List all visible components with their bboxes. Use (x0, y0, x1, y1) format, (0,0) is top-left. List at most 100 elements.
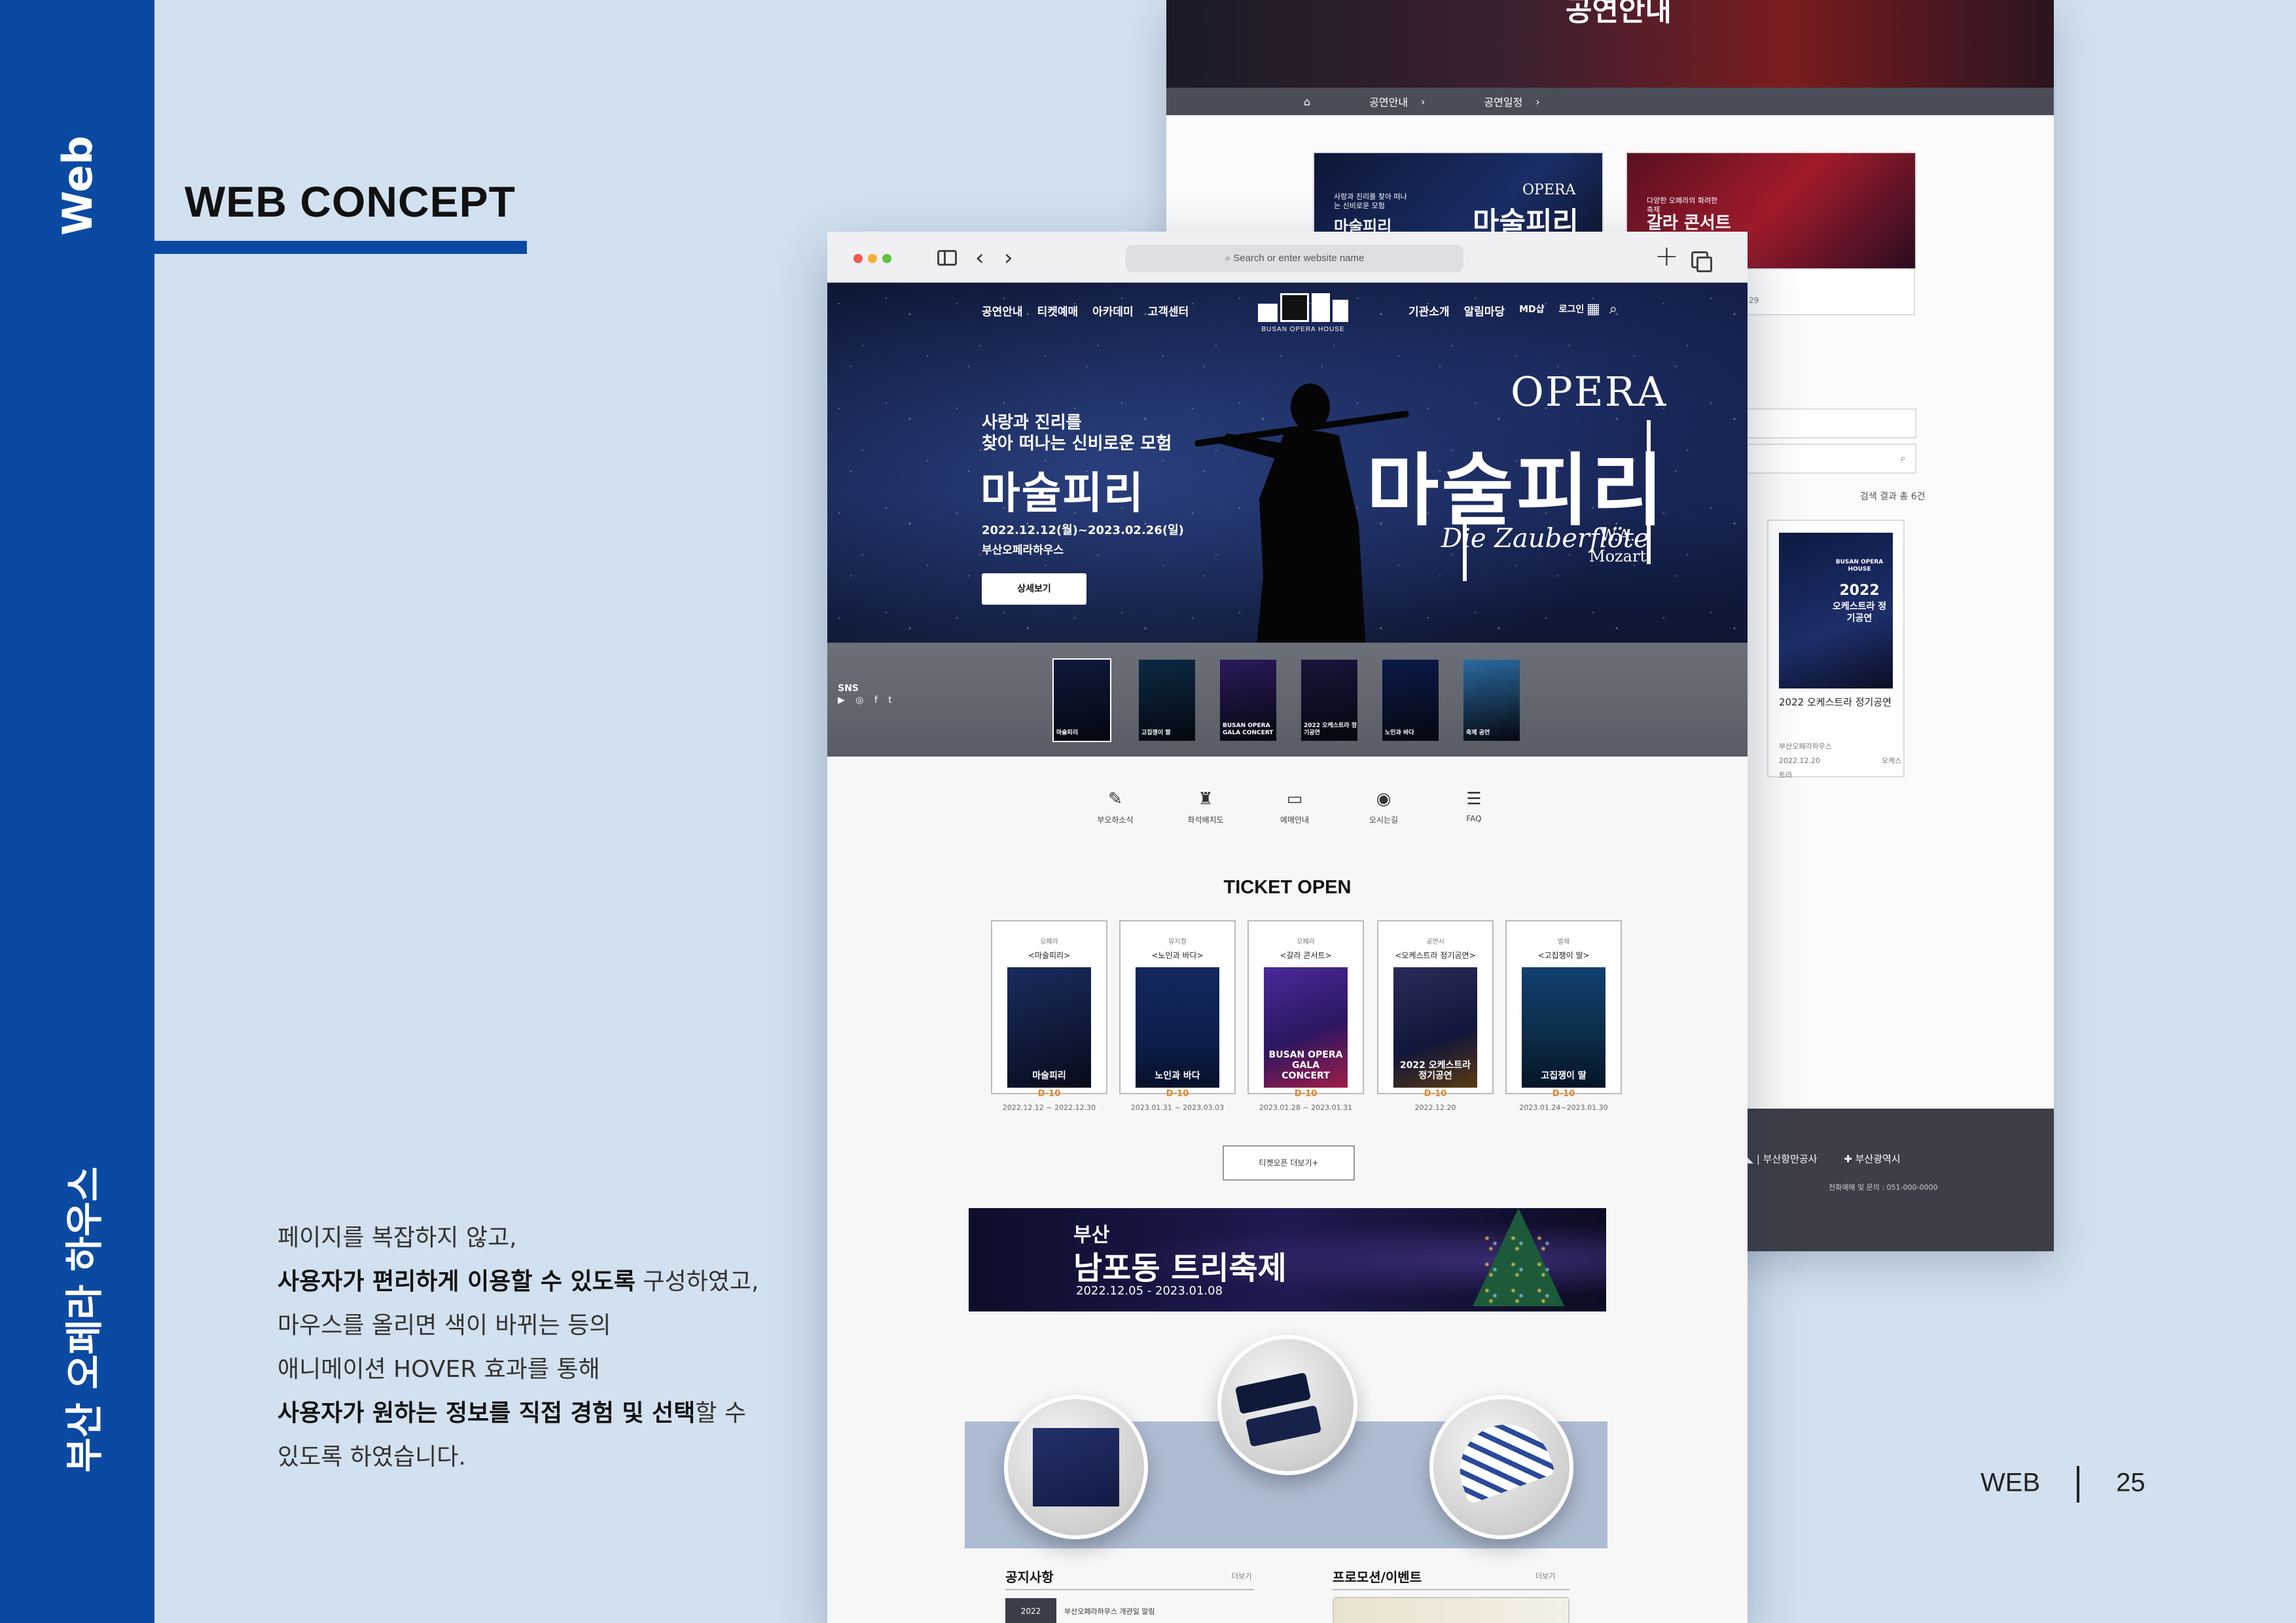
desc-line: 페이지를 복잡하지 않고, (278, 1224, 517, 1251)
section-label: WEB (1981, 1468, 2041, 1497)
quick-menu-faq[interactable]: ☰ FAQ (1435, 789, 1513, 823)
hero-thumbnail-strip (827, 643, 1748, 757)
festival-banner[interactable]: 부산 남포동 트리축제 2022.12.05 - 2023.01.08 (969, 1208, 1606, 1311)
site-logo[interactable]: BUSAN OPERA HOUSE (1258, 293, 1348, 333)
logo-mark (1258, 293, 1348, 322)
nav-item-tickets[interactable]: 티켓예매 (1037, 302, 1079, 319)
breadcrumb-item[interactable]: 공연안내 › (1369, 94, 1425, 109)
hero-title: 마술피리 (980, 468, 1145, 518)
ticket-more-button[interactable]: 티켓오픈 더보기+ (1223, 1145, 1355, 1181)
web-vertical-label: Web (54, 135, 101, 236)
ticket-card[interactable]: 오페라 <마술피리> 마술피리 (991, 920, 1107, 1094)
desc-line: 마우스를 올리면 색이 바뀌는 등의 (278, 1312, 611, 1339)
divider (1005, 1589, 1254, 1590)
hero-thumbnail[interactable]: BUSAN OPERA GALA CONCERT (1219, 658, 1278, 742)
back-hero: 공연안내 (1166, 0, 2054, 88)
search-icon[interactable]: ⌕ (1900, 452, 1906, 465)
ticket-poster: 마술피리 (1007, 967, 1091, 1088)
address-bar[interactable]: ⌕ Search or enter website name (1126, 245, 1463, 272)
nav-item-login[interactable]: 로그인 (1559, 302, 1585, 319)
breadcrumb-item[interactable]: 공연일정 › (1484, 94, 1539, 109)
quick-menu-seats[interactable]: ♜ 좌석배치도 (1166, 789, 1245, 825)
md-product-tickets[interactable] (1217, 1335, 1357, 1475)
notice-more-link[interactable]: 더보기 (1232, 1571, 1251, 1581)
sidebar-toggle-icon[interactable] (937, 250, 957, 266)
breadcrumb: ⌂ 공연안내 › 공연일정 › (1166, 88, 2054, 115)
quick-menu-booking[interactable]: ▭ 예매안내 (1255, 789, 1334, 825)
composer: W.A. Mozart (1589, 526, 1647, 565)
ticket-card[interactable]: 오페라 <갈라 콘서트> BUSAN OPERA GALA CONCERT (1247, 920, 1364, 1094)
nav-item-md-shop[interactable]: MD샵 (1519, 302, 1544, 319)
minimize-window-button[interactable] (868, 254, 877, 263)
notice-item[interactable]: 부산오페라하우스 개관일 알림 (1064, 1606, 1155, 1616)
search-input[interactable]: ⌕ (1742, 444, 1916, 474)
divider (2077, 1466, 2080, 1503)
front-page-mockup: ‹ › ⌕ Search or enter website name + 공연안… (827, 232, 1748, 1623)
ticket-card[interactable]: 발레 <고집쟁이 딸> 고집쟁이 딸 (1505, 920, 1622, 1094)
city-logo-icon: ✚ (1844, 1153, 1856, 1165)
nav-item-performances[interactable]: 공연안내 (982, 302, 1023, 319)
promo-more-link[interactable]: 더보기 (1535, 1571, 1555, 1581)
seat-icon: ♜ (1198, 789, 1213, 809)
ticket-card[interactable]: 뮤지컬 <노인과 바다> 노인과 바다 (1119, 920, 1236, 1094)
ticket-card[interactable]: 공연시 <오케스트라 정기공연> 2022 오케스트라 정기공연 (1377, 920, 1494, 1094)
hero-thumbnail[interactable]: 축제 공연 (1462, 658, 1521, 742)
hero-thumbnail[interactable]: 고집쟁이 딸 (1138, 658, 1196, 742)
filter-input[interactable] (1742, 408, 1916, 438)
promo-title: 프로모션/이벤트 (1333, 1569, 1422, 1585)
footer-tel: 전화예매 및 문의 : 051-000-0000 (1829, 1183, 1938, 1192)
main-nav-right: 기관소개 알림마당 MD샵 로그인 (1408, 302, 1584, 319)
md-product-umbrella[interactable] (1429, 1395, 1573, 1539)
nav-item-support[interactable]: 고객센터 (1148, 302, 1189, 319)
ticket-dday: D-10 (1552, 1089, 1575, 1099)
forward-arrow-icon[interactable]: › (1004, 245, 1013, 271)
hero-thumbnail[interactable]: 2022 오케스트라 정기공연 (1300, 658, 1359, 742)
location-pin-icon: ◉ (1376, 789, 1391, 809)
project-vertical-label: 부산 오페라 하우스 (62, 1166, 107, 1472)
details-button[interactable]: 상세보기 (982, 573, 1086, 605)
ticket-date: 2022.12.20 (1414, 1103, 1456, 1112)
home-icon[interactable]: ⌂ (1304, 96, 1310, 108)
hero-section: 공연안내 티켓예매 아카데미 고객센터 BUSAN OPERA HOUSE 기관… (827, 283, 1748, 757)
desc-line: 애니메이션 HOVER 효과를 통해 (278, 1356, 600, 1383)
promo-item[interactable] (1333, 1597, 1570, 1623)
ticket-open-title: TICKET OPEN (1223, 877, 1352, 898)
notice-year-tag: 2022 (1005, 1598, 1056, 1623)
hero-thumbnail[interactable]: 마술피리 (1052, 658, 1111, 742)
description: 페이지를 복잡하지 않고, 사용자가 편리하게 이용할 수 있도록 구성하였고,… (278, 1216, 775, 1479)
maximize-window-button[interactable] (882, 254, 891, 263)
browser-chrome: ‹ › ⌕ Search or enter website name + (827, 232, 1748, 283)
sns-label: SNS (838, 683, 859, 694)
hero-venue: 부산오페라하우스 (982, 544, 1064, 557)
hero-subtitle: 사랑과 진리를 찾아 떠나는 신비로운 모험 (982, 413, 1172, 454)
md-product-album[interactable] (1004, 1395, 1148, 1539)
sns-icons[interactable]: ▶ ◎ f t (838, 695, 896, 705)
quick-menu-directions[interactable]: ◉ 오시는길 (1344, 789, 1423, 825)
ticket-dday: D-10 (1037, 1089, 1061, 1099)
opera-word: OPERA (1511, 368, 1668, 416)
desc-line: 사용자가 원하는 정보를 직접 경험 및 선택할 수 (278, 1400, 746, 1427)
chat-icon: ☰ (1466, 789, 1482, 809)
product-poster: BUSAN OPERA HOUSE 2022 오케스트라 정기공연 (1779, 533, 1893, 688)
new-tab-button[interactable]: + (1655, 240, 1679, 273)
chevron-right-icon: › (1535, 95, 1540, 108)
product-title: 2022 오케스트라 정기공연 (1779, 696, 1892, 708)
nav-item-academy[interactable]: 아카데미 (1092, 302, 1134, 319)
ticket-icon (1245, 1405, 1322, 1447)
tabs-overview-icon[interactable] (1691, 251, 1712, 272)
pencil-icon: ✎ (1108, 789, 1122, 809)
calendar-icon[interactable]: ▦ (1587, 301, 1600, 317)
ticket-date: 2023.01.24~2023.01.30 (1519, 1103, 1608, 1112)
ticket-dday: D-10 (1166, 1089, 1189, 1099)
footer-logos: ◢◣ | 부산항만공사 ✚ 부산광역시 (1738, 1153, 1901, 1165)
ticket-poster: 2022 오케스트라 정기공연 (1393, 967, 1477, 1088)
hero-thumbnail[interactable]: 노인과 바다 (1381, 658, 1440, 742)
close-window-button[interactable] (853, 254, 863, 263)
back-hero-title: 공연안내 (1566, 0, 1672, 27)
nav-item-news[interactable]: 알림마당 (1464, 302, 1505, 319)
back-arrow-icon[interactable]: ‹ (975, 245, 984, 271)
quick-menu-news[interactable]: ✎ 부오하소식 (1076, 789, 1155, 825)
nav-item-about[interactable]: 기관소개 (1408, 302, 1450, 319)
search-icon[interactable]: ⌕ (1609, 301, 1617, 317)
product-card[interactable]: BUSAN OPERA HOUSE 2022 오케스트라 정기공연 2022 오… (1767, 520, 1905, 779)
